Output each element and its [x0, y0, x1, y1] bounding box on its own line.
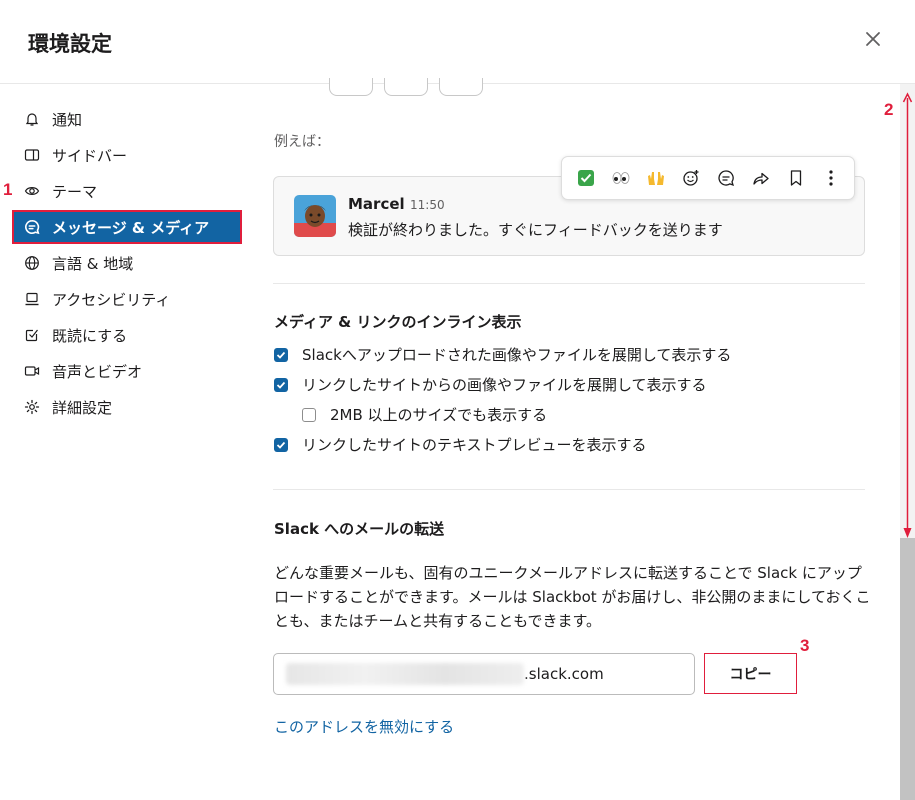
- sidebar-item-sidebar[interactable]: サイドバー: [14, 140, 240, 170]
- option-show-over-2mb[interactable]: 2MB 以上のサイズでも表示する: [302, 404, 547, 425]
- sidebar-item-label: 通知: [52, 110, 83, 129]
- disable-address-link[interactable]: このアドレスを無効にする: [274, 716, 454, 737]
- bookmark-icon[interactable]: [782, 164, 810, 192]
- check-square-icon: [24, 327, 40, 343]
- sidebar-item-accessibility[interactable]: アクセシビリティ: [14, 284, 240, 314]
- add-reaction-icon[interactable]: [677, 164, 705, 192]
- sidebar-item-label: サイドバー: [52, 146, 128, 165]
- eyes-emoji-icon[interactable]: [607, 164, 635, 192]
- checkbox-checked[interactable]: [274, 347, 288, 362]
- copy-button[interactable]: コピー: [704, 653, 797, 694]
- sidebar-item-messages-media[interactable]: メッセージ & メディア: [12, 210, 242, 244]
- email-forward-description: どんな重要メールも、固有のユニークメールアドレスに転送することで Slack に…: [274, 564, 871, 630]
- option-label: Slackへアップロードされた画像やファイルを展開して表示する: [302, 346, 732, 364]
- sidebar-item-audio-video[interactable]: 音声とビデオ: [14, 356, 240, 386]
- annotation-step-1: 1: [3, 180, 13, 199]
- theme-option-button[interactable]: [439, 78, 483, 96]
- sidebar-item-label: アクセシビリティ: [52, 290, 171, 309]
- sidebar-item-label: 音声とビデオ: [52, 362, 143, 381]
- message-actions-toolbar: [561, 156, 855, 200]
- theme-option-button[interactable]: [384, 78, 428, 96]
- check-mark-emoji-icon[interactable]: [572, 164, 600, 192]
- checkbox-unchecked[interactable]: [302, 407, 316, 422]
- scrollbar-thumb[interactable]: [900, 538, 915, 800]
- option-label: 2MB 以上のサイズでも表示する: [330, 406, 548, 424]
- sidebar-item-mark-as-read[interactable]: 既読にする: [14, 320, 240, 350]
- message-time: 11:50: [410, 198, 445, 212]
- email-forward-title: Slack へのメールの転送: [274, 520, 445, 538]
- sidebar-item-language-region[interactable]: 言語 & 地域: [14, 248, 240, 278]
- settings-content: 例えば： Marcel 11:50 検証が終わりました。すぐにフィードバックを送…: [250, 78, 900, 800]
- sidebar-item-notifications[interactable]: 通知: [14, 104, 240, 134]
- checkbox-checked[interactable]: [274, 377, 288, 392]
- close-icon[interactable]: [862, 28, 884, 50]
- sidebar-item-label: テーマ: [52, 182, 98, 201]
- example-label: 例えば：: [274, 134, 330, 150]
- forward-address-field[interactable]: .slack.com: [273, 653, 695, 695]
- sidebar-item-advanced[interactable]: 詳細設定: [14, 392, 240, 422]
- share-icon[interactable]: [747, 164, 775, 192]
- dialog-title: 環境設定: [28, 32, 112, 56]
- section-divider: [273, 489, 865, 490]
- sidebar-item-label: 既読にする: [52, 326, 128, 345]
- bell-icon: [24, 111, 40, 127]
- sidebar-item-label: メッセージ & メディア: [52, 218, 210, 237]
- address-suffix: .slack.com: [524, 665, 604, 683]
- option-expand-uploaded[interactable]: Slackへアップロードされた画像やファイルを展開して表示する: [274, 344, 731, 365]
- more-icon[interactable]: [817, 164, 845, 192]
- sidebar-item-label: 詳細設定: [52, 398, 113, 417]
- option-text-preview[interactable]: リンクしたサイトのテキストプレビューを表示する: [274, 434, 647, 455]
- globe-icon: [24, 255, 40, 271]
- settings-sidebar: 通知 サイドバー テーマ メッセージ & メディア 言語 & 地域 アクセシビリ…: [0, 84, 250, 800]
- option-label: リンクしたサイトのテキストプレビューを表示する: [302, 436, 647, 454]
- option-expand-linked[interactable]: リンクしたサイトからの画像やファイルを展開して表示する: [274, 374, 707, 395]
- reply-thread-icon[interactable]: [712, 164, 740, 192]
- message-author: Marcel: [348, 195, 405, 213]
- message-icon: [24, 219, 40, 235]
- section-divider: [273, 283, 865, 284]
- message-text: 検証が終わりました。すぐにフィードバックを送ります: [348, 221, 723, 239]
- redacted-address: [286, 663, 524, 685]
- gear-icon: [24, 399, 40, 415]
- checkbox-checked[interactable]: [274, 437, 288, 452]
- inline-media-title: メディア & リンクのインライン表示: [274, 313, 522, 331]
- laptop-icon: [24, 291, 40, 307]
- dialog-header: 環境設定: [0, 0, 915, 84]
- video-icon: [24, 363, 40, 379]
- option-label: リンクしたサイトからの画像やファイルを展開して表示する: [302, 376, 707, 394]
- sidebar-item-theme[interactable]: テーマ: [14, 176, 240, 206]
- eye-icon: [24, 183, 40, 199]
- sidebar-icon: [24, 147, 40, 163]
- sidebar-item-label: 言語 & 地域: [52, 254, 134, 273]
- avatar: [294, 195, 336, 237]
- theme-option-button[interactable]: [329, 78, 373, 96]
- scroll-down-arrow-annotation: [902, 92, 913, 538]
- raised-hands-emoji-icon[interactable]: [642, 164, 670, 192]
